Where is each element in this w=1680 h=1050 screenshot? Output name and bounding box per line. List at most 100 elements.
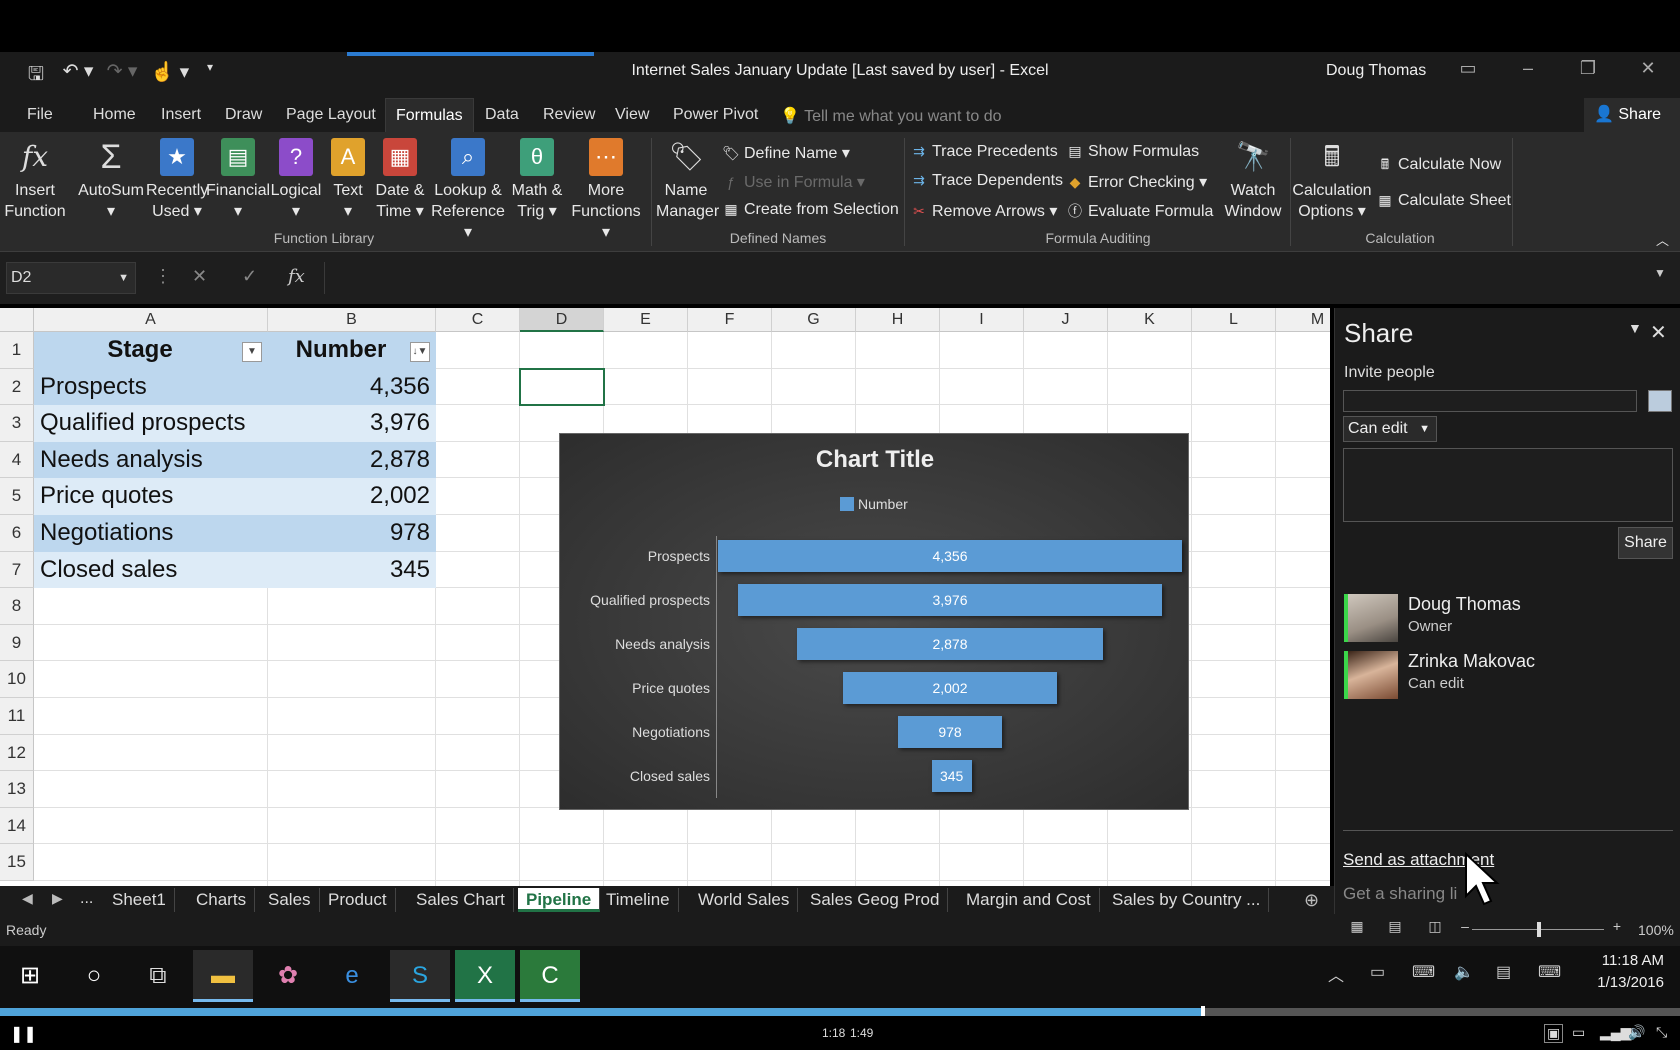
- evaluate-formula-button[interactable]: ⓕ Evaluate Formula: [1066, 201, 1213, 221]
- table-cell-number[interactable]: 2,878: [268, 441, 436, 479]
- tell-me-box[interactable]: 💡 Tell me what you want to do: [780, 106, 1002, 126]
- text-button[interactable]: A Text ▾: [328, 138, 368, 222]
- sheet-tab-sheet1[interactable]: Sheet1: [104, 888, 175, 912]
- tab-draw[interactable]: Draw: [215, 98, 272, 132]
- cortana-icon[interactable]: ○: [64, 950, 124, 1002]
- ribbon-display-icon[interactable]: ▭: [1446, 58, 1490, 88]
- row-header-5[interactable]: 5: [0, 478, 34, 515]
- column-header-f[interactable]: F: [688, 308, 772, 332]
- undo-icon[interactable]: ↶ ▾: [58, 60, 98, 86]
- sheet-tab-timeline[interactable]: Timeline: [598, 888, 679, 912]
- calculate-now-button[interactable]: 🖩 Calculate Now: [1376, 154, 1501, 178]
- show-hidden-icons[interactable]: ︿: [1328, 962, 1344, 986]
- funnel-bar[interactable]: 2,002: [843, 672, 1057, 704]
- tab-view[interactable]: View: [605, 98, 659, 132]
- watch-window-button[interactable]: 🔭 Watch Window: [1222, 138, 1284, 222]
- skype-icon[interactable]: S: [390, 950, 450, 1002]
- excel-taskbar-icon[interactable]: X: [455, 950, 515, 1002]
- sheet-tab-pipeline[interactable]: Pipeline: [518, 888, 601, 912]
- zoom-slider-thumb[interactable]: [1537, 922, 1541, 937]
- confirm-entry-icon[interactable]: ✓: [242, 266, 257, 287]
- row-header-3[interactable]: 3: [0, 405, 34, 442]
- quality-icon[interactable]: ▂▄▆: [1600, 1024, 1631, 1041]
- row-header-14[interactable]: 14: [0, 807, 34, 845]
- funnel-bar[interactable]: 3,976: [738, 584, 1162, 616]
- table-cell-stage[interactable]: Qualified prospects: [34, 405, 268, 442]
- table-header-stage[interactable]: Stage: [34, 332, 268, 369]
- column-header-i[interactable]: I: [940, 308, 1024, 332]
- collapse-ribbon-icon[interactable]: ︿: [1656, 230, 1669, 249]
- sheet-tab-sales-chart[interactable]: Sales Chart: [408, 888, 514, 912]
- pause-icon[interactable]: ❚❚: [10, 1024, 37, 1044]
- row-header-10[interactable]: 10: [0, 661, 34, 698]
- tab-power-pivot[interactable]: Power Pivot: [663, 98, 768, 132]
- sheet-tab-charts[interactable]: Charts: [188, 888, 256, 912]
- row-header-8[interactable]: 8: [0, 588, 34, 625]
- tab-page-layout[interactable]: Page Layout: [276, 98, 386, 132]
- table-cell-number[interactable]: 978: [268, 515, 436, 552]
- column-header-d[interactable]: D: [520, 308, 604, 332]
- trace-dependents-button[interactable]: ⇉ Trace Dependents: [910, 172, 1063, 190]
- save-icon[interactable]: 🖫: [24, 60, 48, 86]
- row-header-11[interactable]: 11: [0, 698, 34, 735]
- calculate-sheet-button[interactable]: ▦ Calculate Sheet: [1376, 192, 1511, 210]
- logical-button[interactable]: ? Logical ▾: [268, 138, 324, 222]
- zoom-in-icon[interactable]: +: [1606, 918, 1628, 940]
- sheet-tab-margin-and-cost[interactable]: Margin and Cost: [958, 888, 1100, 912]
- table-cell-number[interactable]: 345: [268, 551, 436, 589]
- trace-precedents-button[interactable]: ⇉ Trace Precedents: [910, 143, 1058, 161]
- remove-arrows-button[interactable]: ✂ Remove Arrows ▾: [910, 201, 1057, 221]
- select-all-corner[interactable]: [0, 308, 34, 332]
- tab-home[interactable]: Home: [83, 98, 146, 132]
- signed-in-user[interactable]: Doug Thomas: [1326, 62, 1426, 80]
- task-view-icon[interactable]: ⧉: [128, 950, 188, 1002]
- formula-input[interactable]: [324, 262, 1674, 294]
- column-header-g[interactable]: G: [772, 308, 856, 332]
- row-header-9[interactable]: 9: [0, 624, 34, 662]
- use-in-formula-button[interactable]: ƒ Use in Formula ▾: [722, 172, 865, 192]
- file-explorer-icon[interactable]: ▬: [193, 950, 253, 1002]
- normal-view-icon[interactable]: ▦: [1346, 918, 1368, 940]
- tab-file[interactable]: File: [17, 98, 63, 132]
- date-time-button[interactable]: ▦ Date & Time ▾: [372, 138, 428, 222]
- define-name-button[interactable]: 🏷 Define Name ▾: [722, 143, 850, 163]
- fullscreen-icon[interactable]: ⤡: [1656, 1024, 1667, 1041]
- create-from-selection-button[interactable]: ▦ Create from Selection: [722, 201, 898, 219]
- permission-select[interactable]: Can edit ▼: [1343, 416, 1437, 442]
- table-cell-number[interactable]: 2,002: [268, 478, 436, 515]
- autosum-button[interactable]: Σ AutoSum ▾: [74, 138, 148, 222]
- table-cell-stage[interactable]: Prospects: [34, 368, 268, 406]
- funnel-bar[interactable]: 4,356: [718, 540, 1182, 572]
- address-book-icon[interactable]: [1648, 390, 1672, 412]
- insert-function-button[interactable]: fx Insert Function: [4, 138, 66, 222]
- page-break-view-icon[interactable]: ◫: [1424, 918, 1446, 940]
- table-cell-number[interactable]: 4,356: [268, 368, 436, 406]
- scroll-tabs-right-icon[interactable]: ▶: [52, 890, 63, 907]
- share-button[interactable]: 👤 Share: [1584, 98, 1680, 132]
- funnel-bar[interactable]: 2,878: [796, 628, 1104, 660]
- sort-filter-number-icon[interactable]: ↓▼: [410, 342, 430, 362]
- math-trig-button[interactable]: θ Math & Trig ▾: [508, 138, 566, 222]
- touch-mode-icon[interactable]: ☝ ▾: [150, 60, 190, 86]
- row-header-15[interactable]: 15: [0, 844, 34, 881]
- table-cell-number[interactable]: 3,976: [268, 405, 436, 442]
- chart-legend[interactable]: Number: [840, 496, 908, 512]
- expand-formula-bar-icon[interactable]: ▼: [1654, 266, 1666, 280]
- scroll-tabs-left-icon[interactable]: ◀: [22, 890, 33, 907]
- network-icon[interactable]: ⌨: [1412, 962, 1435, 982]
- restore-icon[interactable]: ❐: [1566, 58, 1610, 88]
- row-header-13[interactable]: 13: [0, 771, 34, 808]
- chat-icon[interactable]: ▭: [1572, 1024, 1585, 1041]
- keyboard-icon[interactable]: ⌨: [1538, 962, 1561, 982]
- name-box-dropdown-icon[interactable]: ▼: [118, 263, 129, 293]
- windows-start-icon[interactable]: ⊞: [0, 950, 60, 1002]
- name-box[interactable]: D2 ▼: [6, 262, 136, 294]
- recently-used-button[interactable]: ★ Recently Used ▾: [146, 138, 208, 222]
- camtasia-icon[interactable]: C: [520, 950, 580, 1002]
- column-header-l[interactable]: L: [1192, 308, 1276, 332]
- name-manager-button[interactable]: 🏷 Name Manager: [656, 138, 719, 222]
- volume-icon[interactable]: 🔈: [1454, 962, 1474, 982]
- share-message-input[interactable]: [1343, 448, 1673, 522]
- redo-icon[interactable]: ↷ ▾: [102, 60, 142, 86]
- table-cell-stage[interactable]: Negotiations: [34, 515, 268, 552]
